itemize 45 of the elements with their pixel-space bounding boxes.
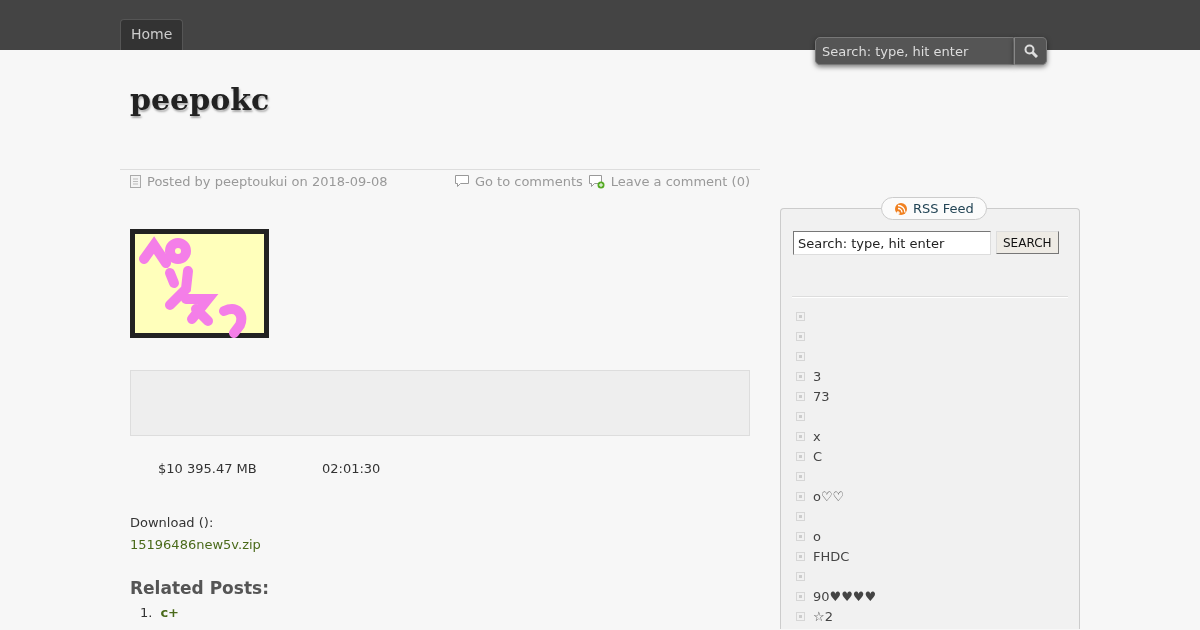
list-bullet-icon [796, 331, 805, 341]
related-post-link[interactable]: c+ [160, 604, 179, 622]
post-meta: Posted by peeptoukui on 2018-09-08 [147, 174, 388, 189]
list-bullet-icon [796, 591, 805, 601]
sidebar-link[interactable]: 90♥♥♥♥ [813, 588, 877, 604]
list-number: 1. [140, 604, 153, 622]
search-button[interactable] [1014, 37, 1047, 65]
add-comment-icon [588, 174, 605, 189]
list-bullet-icon [796, 491, 805, 501]
rss-feed-link[interactable]: RSS Feed [881, 197, 987, 220]
search-icon [1023, 44, 1038, 58]
list-bullet-icon [796, 371, 805, 381]
list-bullet-icon [796, 411, 805, 421]
search-field[interactable]: Search: type, hit enter [815, 37, 1014, 65]
list-bullet-icon [796, 351, 805, 361]
sidebar-link[interactable]: 73 [813, 388, 830, 404]
sidebar-link[interactable]: 3 [813, 368, 822, 384]
sidebar-link[interactable]: ☆2 [813, 608, 833, 624]
related-posts-heading: Related Posts: [130, 578, 270, 598]
speech-bubble-icon [454, 175, 469, 188]
sidebar-link[interactable]: C [813, 448, 823, 464]
rss-icon [894, 201, 908, 216]
list-bullet-icon [796, 451, 805, 461]
sidebar-link[interactable]: FHDC [813, 548, 850, 564]
list-bullet-icon [796, 511, 805, 521]
list-bullet-icon [796, 311, 805, 321]
site-title[interactable]: peepokc [130, 82, 270, 117]
search-field[interactable]: Search: type, hit enter [793, 231, 991, 255]
document-icon [130, 175, 141, 188]
file-info: 02:01:30 [322, 461, 382, 476]
list-bullet-icon [796, 471, 805, 481]
search-button[interactable]: SEARCH [996, 231, 1059, 254]
list-bullet-icon [796, 551, 805, 561]
sidebar-link[interactable]: o [813, 528, 821, 544]
home-tab[interactable]: Home [120, 19, 184, 50]
download-link[interactable]: 15196486new5v.zip [130, 537, 261, 552]
sidebar-link[interactable]: o♡♡ [813, 488, 845, 504]
list-bullet-icon [796, 611, 805, 621]
sidebar-link[interactable]: x [813, 428, 821, 444]
list-bullet-icon [796, 391, 805, 401]
list-bullet-icon [796, 571, 805, 581]
file-info: $10 395.47 MB [158, 461, 258, 476]
list-bullet-icon [796, 531, 805, 541]
download-label: Download (): [130, 514, 215, 532]
list-bullet-icon [796, 431, 805, 441]
